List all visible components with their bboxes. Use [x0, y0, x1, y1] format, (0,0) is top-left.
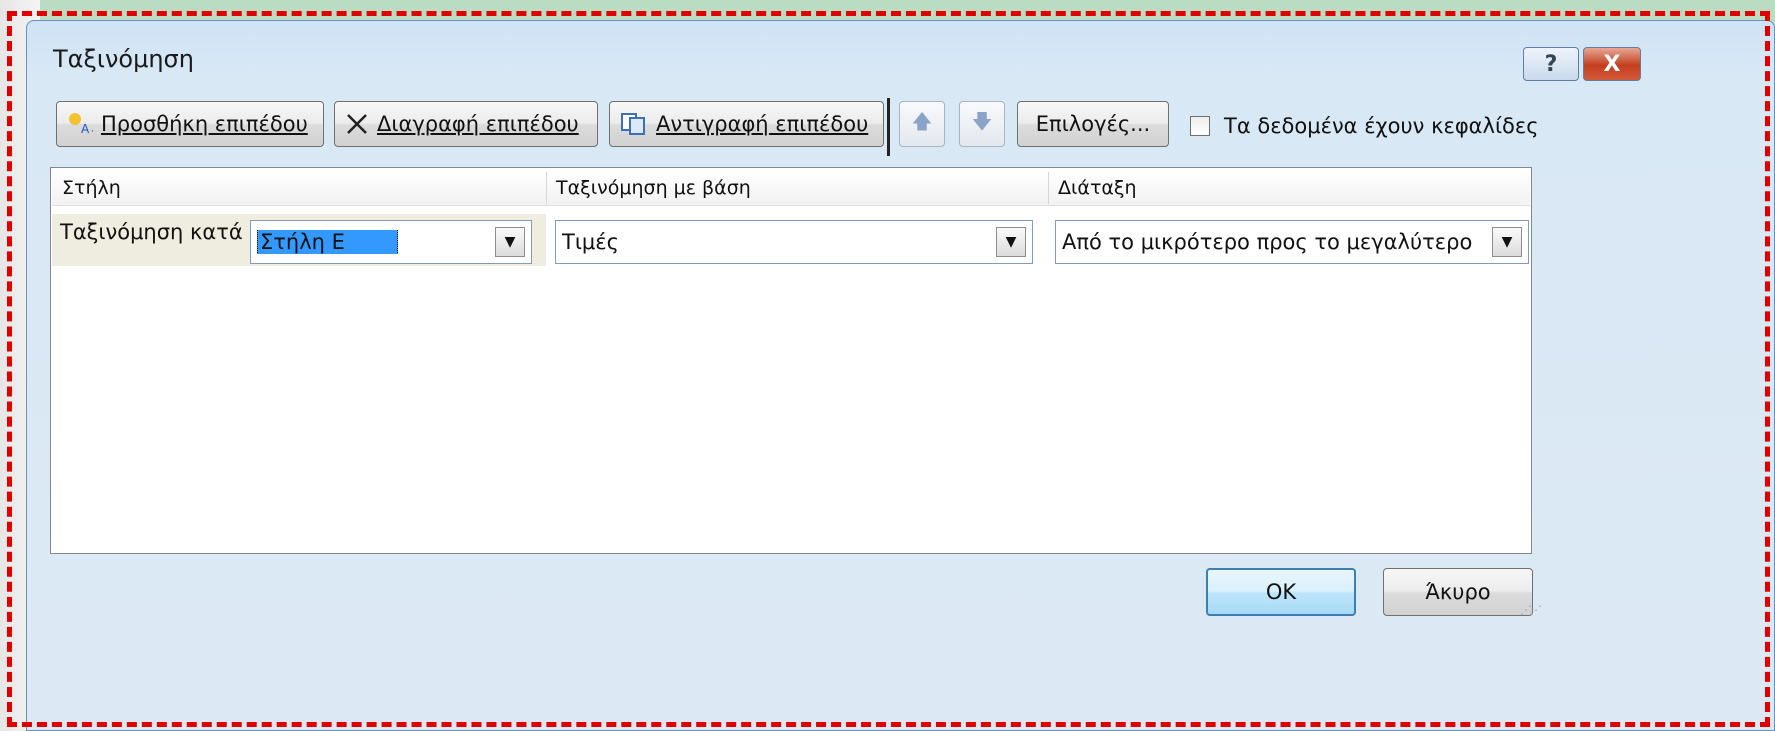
options-label: Επιλογές...: [1035, 112, 1151, 136]
sort-on-select[interactable]: Τιμές ▼: [555, 220, 1033, 264]
options-button[interactable]: Επιλογές...: [1017, 101, 1169, 147]
headers-checkbox-label: Τα δεδομένα έχουν κεφαλίδες: [1224, 114, 1539, 138]
dialog-title: Ταξινόμηση: [53, 45, 194, 73]
column-header-sort-on: Ταξινόμηση με βάση: [546, 170, 1048, 206]
chevron-down-icon[interactable]: ▼: [1492, 227, 1522, 257]
delete-level-label: Διαγραφή επιπέδου: [377, 112, 579, 136]
close-button[interactable]: X: [1583, 47, 1641, 81]
sort-by-label: Ταξινόμηση κατά: [60, 220, 243, 244]
copy-level-label: Αντιγραφή επιπέδου: [656, 112, 869, 136]
add-level-button[interactable]: A↓ Προσθήκη επιπέδου: [56, 101, 324, 147]
headers-checkbox-row[interactable]: Τα δεδομένα έχουν κεφαλίδες: [1190, 114, 1539, 138]
chevron-down-icon[interactable]: ▼: [495, 227, 525, 257]
chevron-down-icon[interactable]: ▼: [996, 227, 1026, 257]
move-up-button[interactable]: 🡅: [899, 101, 945, 147]
arrow-up-icon: 🡅: [911, 109, 933, 133]
column-header-order: Διάταξη: [1048, 170, 1530, 206]
order-select-value: Από το μικρότερο προς το μεγαλύτερο: [1062, 230, 1473, 254]
cancel-button[interactable]: Άκυρο: [1383, 568, 1533, 616]
header-divider: [546, 172, 547, 204]
delete-level-button[interactable]: Διαγραφή επιπέδου: [334, 101, 598, 147]
copy-icon: [620, 112, 648, 136]
headers-checkbox[interactable]: [1190, 116, 1210, 136]
move-down-button[interactable]: 🡇: [959, 101, 1005, 147]
svg-text:A↓: A↓: [81, 122, 93, 136]
delete-x-icon: [345, 112, 369, 136]
ok-button[interactable]: OK: [1206, 568, 1356, 616]
arrow-down-icon: 🡇: [971, 109, 993, 133]
resize-grip-icon[interactable]: ⋰⋰: [1520, 603, 1542, 617]
help-button[interactable]: ?: [1523, 47, 1579, 81]
column-select[interactable]: Στήλη Ε ▼: [250, 220, 532, 264]
sort-on-select-value: Τιμές: [562, 230, 619, 254]
add-level-icon: A↓: [67, 111, 93, 137]
column-header-column: Στήλη: [52, 170, 546, 206]
header-divider: [1048, 172, 1049, 204]
order-select[interactable]: Από το μικρότερο προς το μεγαλύτερο ▼: [1055, 220, 1529, 264]
add-level-label: Προσθήκη επιπέδου: [101, 112, 308, 136]
copy-level-button[interactable]: Αντιγραφή επιπέδου: [609, 101, 884, 147]
toolbar-separator: [887, 98, 890, 156]
column-select-value: Στήλη Ε: [257, 230, 398, 254]
